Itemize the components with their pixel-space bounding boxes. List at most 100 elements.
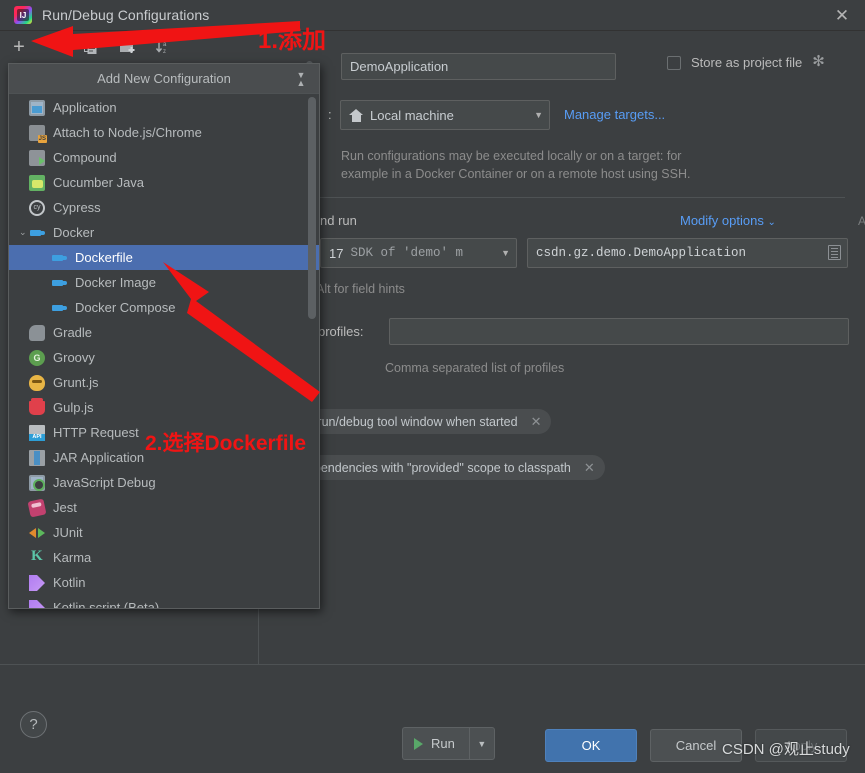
- docker-icon: [51, 250, 67, 266]
- modify-options-text: Modify options: [680, 213, 764, 228]
- jsdebug-icon: [29, 474, 45, 491]
- comp-icon: [29, 149, 45, 166]
- config-type-item[interactable]: Kotlin: [9, 570, 319, 595]
- target-hint-line-2: example in a Docker Container or on a re…: [341, 167, 691, 181]
- junit-icon: [29, 525, 45, 541]
- config-type-item[interactable]: Jest: [9, 495, 319, 520]
- help-button[interactable]: ?: [20, 711, 47, 738]
- config-type-label: Docker Compose: [75, 300, 176, 315]
- chip-label: n run/debug tool window when started: [307, 414, 518, 429]
- jre-combo[interactable]: 17 SDK of 'demo' m ▼: [320, 238, 517, 268]
- run-debug-configurations-dialog: Run/Debug Configurations ✕ + − az DemoAp…: [0, 0, 865, 773]
- configuration-name-input[interactable]: DemoApplication: [341, 53, 616, 80]
- profiles-label: profiles:: [318, 324, 364, 339]
- svg-text:a: a: [163, 42, 167, 48]
- store-as-project-file-row: Store as project file: [667, 52, 827, 70]
- option-chip-provided-scope[interactable]: dependencies with "provided" scope to cl…: [300, 455, 605, 480]
- config-type-item[interactable]: JavaScript Debug: [9, 470, 319, 495]
- config-type-label: Gulp.js: [53, 400, 94, 415]
- config-type-item[interactable]: Application: [9, 95, 319, 120]
- profiles-input[interactable]: [389, 318, 849, 345]
- dialog-title: Run/Debug Configurations: [42, 7, 210, 23]
- remove-configuration-button[interactable]: −: [44, 36, 66, 58]
- config-type-item[interactable]: Karma: [9, 545, 319, 570]
- config-type-item[interactable]: Dockerfile: [9, 245, 319, 270]
- play-icon: [414, 737, 423, 750]
- new-folder-icon[interactable]: [116, 36, 138, 58]
- title-bar: Run/Debug Configurations ✕: [0, 0, 865, 31]
- store-as-project-file-label: Store as project file: [691, 55, 803, 70]
- expand-collapse-icon[interactable]: ▼ ▲: [293, 69, 309, 89]
- config-type-label: Cucumber Java: [53, 175, 145, 190]
- class-browse-icon[interactable]: [828, 244, 841, 262]
- modify-options-shortcut: Alt+M: [858, 214, 865, 228]
- config-type-item[interactable]: JUnit: [9, 520, 319, 545]
- config-type-item[interactable]: Attach to Node.js/Chrome: [9, 120, 319, 145]
- chevron-down-icon: ▼: [501, 248, 510, 258]
- config-type-label: Gradle: [53, 325, 93, 340]
- option-chip-activate-tool-window[interactable]: n run/debug tool window when started ✕: [300, 409, 552, 434]
- field-hints-text: Alt for field hints: [316, 282, 405, 296]
- config-type-label: HTTP Request: [53, 425, 139, 440]
- close-icon[interactable]: ✕: [819, 0, 865, 31]
- run-button-group: Run ▼: [402, 727, 495, 760]
- section-divider: [320, 197, 845, 198]
- target-combo[interactable]: Local machine ▼: [340, 100, 550, 130]
- pane-splitter[interactable]: [258, 609, 259, 664]
- store-as-project-file-checkbox[interactable]: [667, 55, 681, 70]
- sort-icon[interactable]: az: [152, 36, 174, 58]
- profiles-hint: Comma separated list of profiles: [385, 361, 565, 375]
- gear-icon[interactable]: [812, 52, 827, 70]
- config-type-label: Compound: [53, 150, 117, 165]
- configuration-type-list[interactable]: Application Attach to Node.js/Chrome Compo…: [9, 95, 319, 608]
- run-dropdown-button[interactable]: ▼: [468, 727, 495, 760]
- chevron-down-icon[interactable]: ⌄: [19, 220, 27, 245]
- close-icon[interactable]: ✕: [527, 414, 546, 430]
- config-type-item[interactable]: Gulp.js: [9, 395, 319, 420]
- chevron-down-icon: ⌄: [767, 217, 776, 228]
- popup-scrollbar[interactable]: [308, 97, 316, 319]
- modify-options-link[interactable]: Modify options ⌄: [680, 213, 776, 228]
- docker-icon: [51, 275, 67, 291]
- jest-icon: [27, 498, 47, 517]
- target-combo-value: Local machine: [370, 107, 454, 123]
- gradle-icon: [29, 324, 45, 341]
- config-type-item[interactable]: Kotlin script (Beta): [9, 595, 319, 608]
- templates-pane: Edit configuration templates...: [0, 609, 258, 707]
- main-class-value: csdn.gz.demo.DemoApplication: [536, 246, 747, 260]
- add-new-configuration-popup: Add New Configuration ▼▲ Application Atta…: [8, 63, 320, 609]
- jre-version: 17: [329, 245, 344, 261]
- jar-icon: [29, 449, 45, 466]
- config-type-item[interactable]: Docker Compose: [9, 295, 319, 320]
- config-type-label: Dockerfile: [75, 250, 133, 265]
- docker-icon: [29, 225, 45, 241]
- config-type-label: Jest: [53, 500, 77, 515]
- add-configuration-button[interactable]: +: [8, 36, 30, 58]
- config-type-item[interactable]: ⌄ Docker: [9, 220, 319, 245]
- config-type-label: Kotlin: [53, 575, 86, 590]
- docker-icon: [51, 300, 67, 316]
- ok-button[interactable]: OK: [545, 729, 637, 762]
- config-type-item[interactable]: Grunt.js: [9, 370, 319, 395]
- main-class-input[interactable]: csdn.gz.demo.DemoApplication: [527, 238, 848, 268]
- http-icon: [29, 424, 45, 441]
- config-type-item[interactable]: Cypress: [9, 195, 319, 220]
- config-type-label: JAR Application: [53, 450, 145, 465]
- config-type-label: Groovy: [53, 350, 95, 365]
- popup-header: Add New Configuration ▼ ▲: [9, 64, 319, 94]
- manage-targets-link[interactable]: Manage targets...: [564, 107, 665, 122]
- config-type-item[interactable]: Docker Image: [9, 270, 319, 295]
- config-type-item[interactable]: Cucumber Java: [9, 170, 319, 195]
- groovy-icon: [29, 349, 45, 366]
- close-icon[interactable]: ✕: [580, 460, 599, 476]
- copy-icon[interactable]: [80, 36, 102, 58]
- config-type-label: Docker Image: [75, 275, 156, 290]
- run-button[interactable]: Run: [402, 727, 469, 760]
- config-type-item[interactable]: Compound: [9, 145, 319, 170]
- kotlin-icon: [29, 574, 45, 591]
- annotation-step-2: 2.选择Dockerfile: [145, 432, 307, 455]
- grunt-icon: [29, 374, 45, 391]
- config-type-item[interactable]: Groovy: [9, 345, 319, 370]
- config-type-item[interactable]: Gradle: [9, 320, 319, 345]
- annotation-step-1: 1.添加: [258, 27, 327, 54]
